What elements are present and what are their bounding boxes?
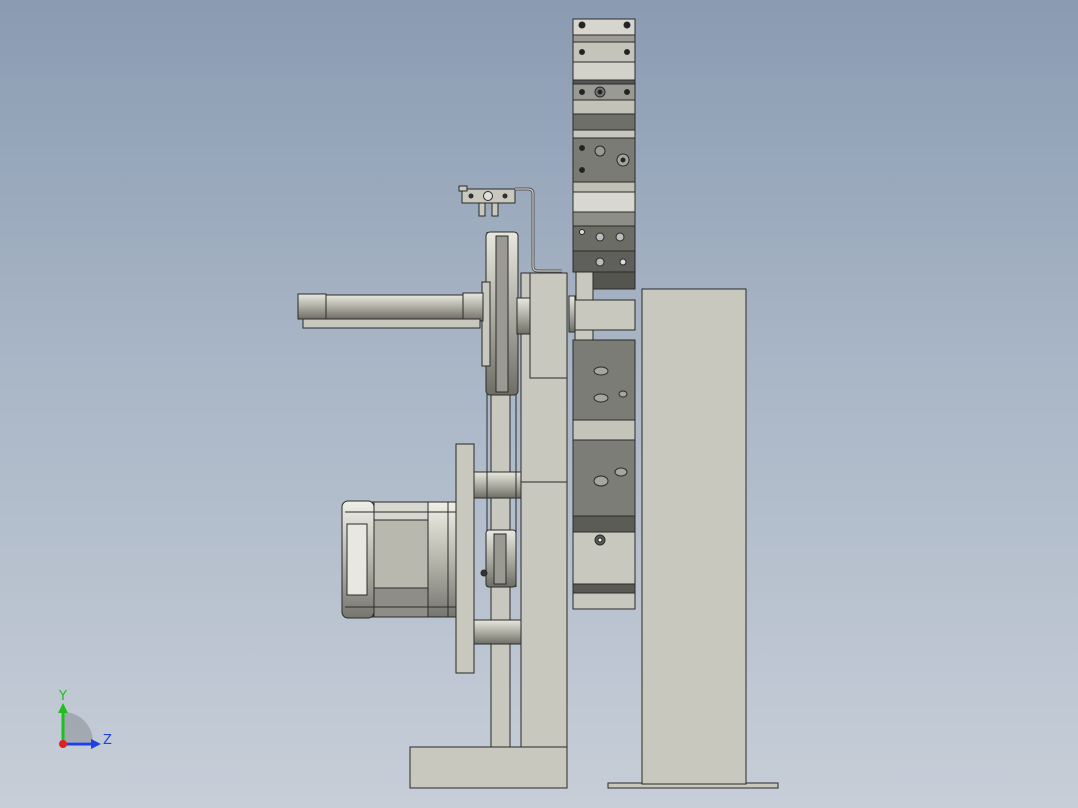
standoff-upper — [473, 471, 522, 499]
z-axis-label: Z — [103, 733, 112, 748]
cylinder-body — [304, 294, 481, 320]
stepper-motor — [341, 500, 457, 619]
cylinder-end-cap — [297, 293, 327, 320]
cylinder-bracket — [302, 318, 481, 329]
linear-module — [568, 18, 636, 610]
sensor-cable — [515, 187, 562, 273]
coordinate-triad: Y Z — [58, 689, 112, 749]
motor-mount-plate — [455, 443, 475, 674]
x-axis — [59, 740, 67, 748]
standoff-lower — [473, 619, 522, 645]
assembly-drawing: Y Z — [58, 18, 779, 789]
cad-viewport[interactable]: Y Z — [0, 0, 1078, 808]
y-axis-label: Y — [58, 689, 67, 704]
base-plate-left — [409, 746, 568, 789]
right-column — [641, 288, 747, 785]
upper-pulley-nut — [516, 297, 531, 335]
frame-riser — [529, 272, 568, 379]
